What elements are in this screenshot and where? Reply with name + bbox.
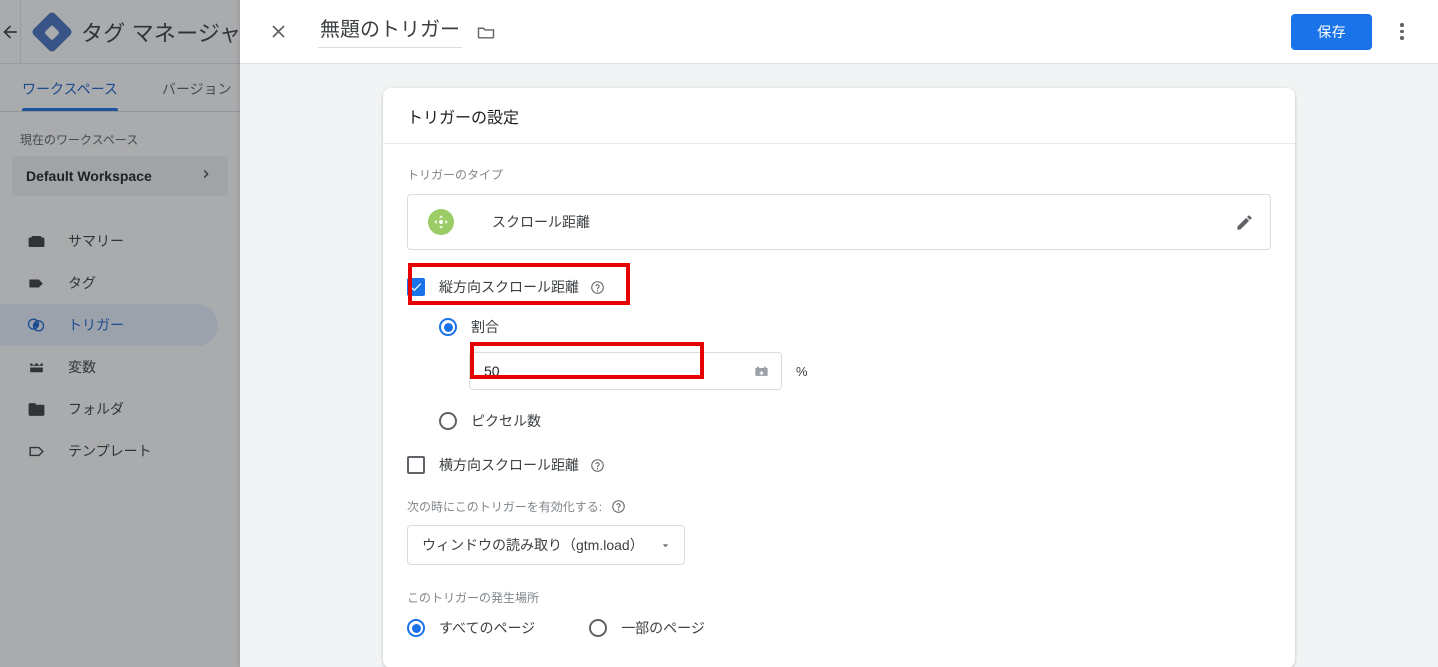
more-vert-icon[interactable] <box>1382 12 1422 52</box>
chevron-down-icon <box>659 539 672 552</box>
fire-option-some-pages[interactable]: 一部のページ <box>589 618 705 638</box>
pencil-icon[interactable] <box>1235 213 1254 232</box>
more-dot <box>1400 29 1404 34</box>
all-pages-label: すべてのページ <box>439 620 536 636</box>
help-circle-icon[interactable] <box>590 458 605 473</box>
horizontal-scroll-row[interactable]: 横方向スクロール距離 <box>407 450 1271 480</box>
dialog-header: 無題のトリガー 保存 <box>240 0 1438 64</box>
percent-radio[interactable] <box>439 318 457 336</box>
vertical-scroll-row[interactable]: 縦方向スクロール距離 <box>407 272 1271 302</box>
card-title: トリガーの設定 <box>407 109 520 127</box>
more-dot <box>1400 23 1404 27</box>
trigger-configuration-card: トリガーの設定 トリガーのタイプ スクロール距離 縦方向スクロール距離 割合 5… <box>383 88 1295 667</box>
dialog-body: トリガーの設定 トリガーのタイプ スクロール距離 縦方向スクロール距離 割合 5… <box>240 64 1438 667</box>
some-pages-radio[interactable] <box>589 619 608 637</box>
fire-location-label: このトリガーの発生場所 <box>407 591 540 605</box>
fire-location-options: すべてのページ 一部のページ <box>407 618 1271 638</box>
percent-value-field[interactable] <box>469 352 742 390</box>
modal-scrim <box>0 0 240 667</box>
trigger-edit-dialog: 無題のトリガー 保存 トリガーの設定 トリガーのタイプ スクロール距離 縦方向ス… <box>240 0 1438 667</box>
more-dot <box>1400 36 1404 40</box>
percent-value-row: % <box>469 352 1271 390</box>
horizontal-scroll-checkbox[interactable] <box>407 456 425 474</box>
fire-option-all-pages[interactable]: すべてのページ <box>407 618 535 638</box>
percent-label: 割合 <box>471 319 499 335</box>
pixels-option-row[interactable]: ピクセル数 <box>439 406 1271 436</box>
dialog-title-area: 無題のトリガー <box>318 16 496 48</box>
all-pages-radio[interactable] <box>407 619 425 637</box>
enable-trigger-value: ウィンドウの読み取り（gtm.load） <box>422 537 644 553</box>
percent-option-row[interactable]: 割合 <box>439 312 1271 342</box>
scroll-distance-icon <box>428 209 454 235</box>
close-icon[interactable] <box>262 16 294 48</box>
help-circle-icon[interactable] <box>590 280 605 295</box>
trigger-type-selector[interactable]: スクロール距離 <box>407 194 1271 250</box>
percent-value-input[interactable] <box>470 353 742 389</box>
enable-trigger-label: 次の時にこのトリガーを有効化する: <box>407 500 603 514</box>
trigger-type-name: スクロール距離 <box>492 214 590 230</box>
some-pages-label: 一部のページ <box>621 620 705 636</box>
horizontal-scroll-label: 横方向スクロール距離 <box>439 457 579 473</box>
help-circle-icon[interactable] <box>611 499 626 514</box>
vertical-scroll-checkbox[interactable] <box>407 278 425 296</box>
enable-trigger-label-row: 次の時にこのトリガーを有効化する: <box>407 498 1271 515</box>
vertical-scroll-label: 縦方向スクロール距離 <box>439 279 579 295</box>
pixels-radio[interactable] <box>439 412 457 430</box>
folder-icon[interactable] <box>476 22 496 42</box>
variable-picker-icon[interactable] <box>742 352 782 390</box>
card-body: トリガーのタイプ スクロール距離 縦方向スクロール距離 割合 50 % ピクセル… <box>383 144 1295 667</box>
scroll-options: 縦方向スクロール距離 割合 50 % ピクセル数 横方向スクロール距離 次の時に… <box>407 272 1271 638</box>
enable-trigger-select[interactable]: ウィンドウの読み取り（gtm.load） <box>407 525 685 565</box>
percent-unit-label: % <box>796 363 808 379</box>
save-button[interactable]: 保存 <box>1291 13 1372 50</box>
trigger-type-label: トリガーのタイプ <box>407 168 504 182</box>
pixels-label: ピクセル数 <box>471 413 541 429</box>
trigger-name-input[interactable]: 無題のトリガー <box>318 16 462 48</box>
card-header: トリガーの設定 <box>383 88 1295 144</box>
